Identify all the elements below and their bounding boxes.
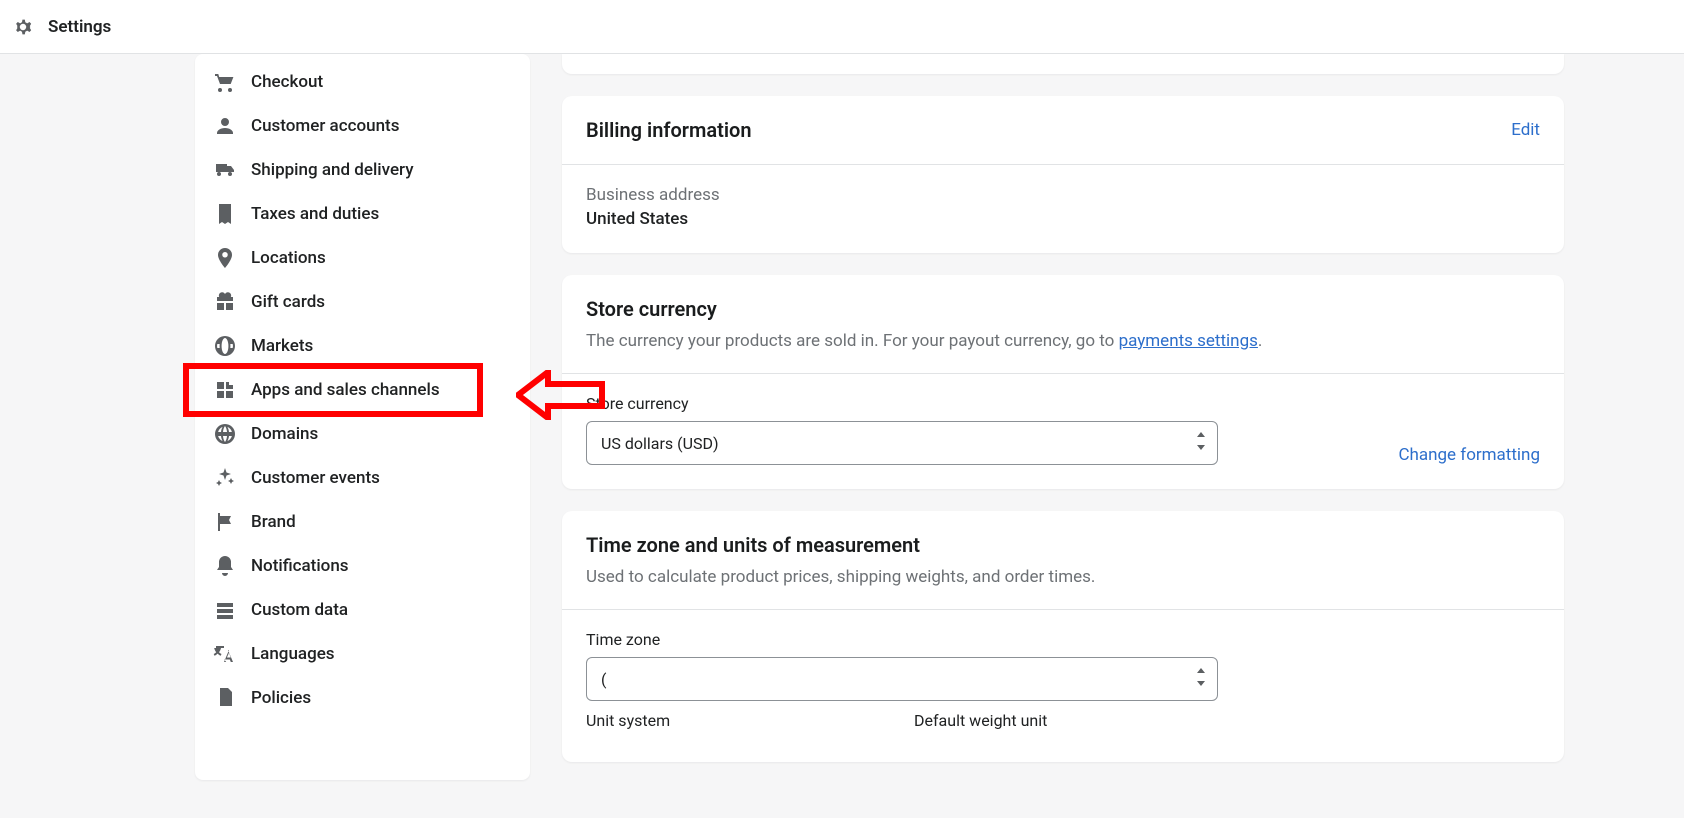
sidebar-item-apps-sales-channels[interactable]: Apps and sales channels <box>195 368 530 412</box>
currency-form-row: Store currency US dollars (USD) Change f… <box>562 374 1564 489</box>
billing-edit-link[interactable]: Edit <box>1511 120 1540 140</box>
business-address-label: Business address <box>586 185 1540 205</box>
chevron-updown-icon <box>1195 432 1207 454</box>
currency-desc-suffix: . <box>1258 331 1262 351</box>
tz-field-label: Time zone <box>586 630 1218 649</box>
left-spacer <box>0 54 195 784</box>
sidebar-item-label: Shipping and delivery <box>251 160 414 180</box>
tz-title: Time zone and units of measurement <box>586 533 1540 557</box>
tz-select[interactable]: ( <box>586 657 1218 701</box>
sidebar-item-shipping[interactable]: Shipping and delivery <box>195 148 530 192</box>
sidebar-item-label: Gift cards <box>251 292 325 312</box>
globe-icon <box>213 334 237 358</box>
currency-select-value: US dollars (USD) <box>601 434 719 453</box>
sidebar-item-notifications[interactable]: Notifications <box>195 544 530 588</box>
sidebar-item-checkout[interactable]: Checkout <box>195 60 530 104</box>
sidebar-item-customer-accounts[interactable]: Customer accounts <box>195 104 530 148</box>
currency-field-label: Store currency <box>586 394 1218 413</box>
sidebar-item-label: Brand <box>251 512 296 532</box>
sidebar-item-custom-data[interactable]: Custom data <box>195 588 530 632</box>
sidebar-item-taxes[interactable]: Taxes and duties <box>195 192 530 236</box>
tz-row: Time zone ( <box>562 610 1564 711</box>
sidebar-item-label: Custom data <box>251 600 348 620</box>
sidebar-item-policies[interactable]: Policies <box>195 676 530 720</box>
domain-icon <box>213 422 237 446</box>
sidebar-item-label: Domains <box>251 424 318 444</box>
currency-desc: The currency your products are sold in. … <box>562 331 1564 374</box>
topbar: Settings <box>0 0 1684 54</box>
timezone-card: Time zone and units of measurement Used … <box>562 511 1564 762</box>
content-area: Billing information Edit Business addres… <box>530 54 1684 784</box>
change-formatting-link[interactable]: Change formatting <box>1398 445 1540 465</box>
currency-desc-prefix: The currency your products are sold in. … <box>586 331 1119 351</box>
gift-icon <box>213 290 237 314</box>
sidebar-item-label: Checkout <box>251 72 323 92</box>
pin-icon <box>213 246 237 270</box>
chevron-updown-icon <box>1195 668 1207 690</box>
bell-icon <box>213 554 237 578</box>
database-icon <box>213 598 237 622</box>
sidebar-item-label: Taxes and duties <box>251 204 379 224</box>
layout: Checkout Customer accounts Shipping and … <box>0 54 1684 784</box>
billing-header: Billing information Edit <box>562 96 1564 165</box>
sidebar-item-languages[interactable]: Languages <box>195 632 530 676</box>
currency-title: Store currency <box>586 297 1540 321</box>
business-address-value: United States <box>586 209 1540 229</box>
sidebar-item-gift-cards[interactable]: Gift cards <box>195 280 530 324</box>
weight-unit-label: Default weight unit <box>914 711 1218 730</box>
sidebar-item-label: Markets <box>251 336 313 356</box>
receipt-icon <box>213 202 237 226</box>
cart-icon <box>213 70 237 94</box>
tz-field: Time zone ( <box>586 630 1218 701</box>
sidebar-item-label: Policies <box>251 688 311 708</box>
sidebar-item-brand[interactable]: Brand <box>195 500 530 544</box>
currency-select[interactable]: US dollars (USD) <box>586 421 1218 465</box>
billing-title: Billing information <box>586 118 752 142</box>
currency-card: Store currency The currency your product… <box>562 275 1564 489</box>
tz-header: Time zone and units of measurement <box>562 511 1564 557</box>
sidebar-item-label: Languages <box>251 644 335 664</box>
flag-icon <box>213 510 237 534</box>
currency-field: Store currency US dollars (USD) <box>586 394 1218 465</box>
billing-body: Business address United States <box>562 165 1564 253</box>
translate-icon <box>213 642 237 666</box>
sidebar-item-customer-events[interactable]: Customer events <box>195 456 530 500</box>
sidebar-item-label: Customer events <box>251 468 380 488</box>
card-top-stub <box>562 54 1564 74</box>
tz-select-value: ( <box>601 670 606 689</box>
payments-settings-link[interactable]: payments settings <box>1119 331 1258 351</box>
unit-system-field: Unit system <box>586 711 890 738</box>
user-icon <box>213 114 237 138</box>
settings-sidebar: Checkout Customer accounts Shipping and … <box>195 54 530 780</box>
sidebar-item-markets[interactable]: Markets <box>195 324 530 368</box>
sidebar-item-label: Notifications <box>251 556 349 576</box>
truck-icon <box>213 158 237 182</box>
sidebar-item-domains[interactable]: Domains <box>195 412 530 456</box>
sidebar-item-locations[interactable]: Locations <box>195 236 530 280</box>
billing-card: Billing information Edit Business addres… <box>562 96 1564 253</box>
tz-desc: Used to calculate product prices, shippi… <box>562 567 1564 610</box>
currency-header: Store currency <box>562 275 1564 321</box>
sidebar-item-label: Customer accounts <box>251 116 399 136</box>
sidebar-item-label: Locations <box>251 248 326 268</box>
apps-icon <box>213 378 237 402</box>
sparkle-icon <box>213 466 237 490</box>
page-title: Settings <box>48 17 111 37</box>
document-icon <box>213 686 237 710</box>
gear-icon <box>12 16 34 38</box>
unit-row: Unit system Default weight unit <box>562 711 1564 762</box>
weight-unit-field: Default weight unit <box>914 711 1218 738</box>
sidebar-item-label: Apps and sales channels <box>251 380 440 400</box>
unit-system-label: Unit system <box>586 711 890 730</box>
